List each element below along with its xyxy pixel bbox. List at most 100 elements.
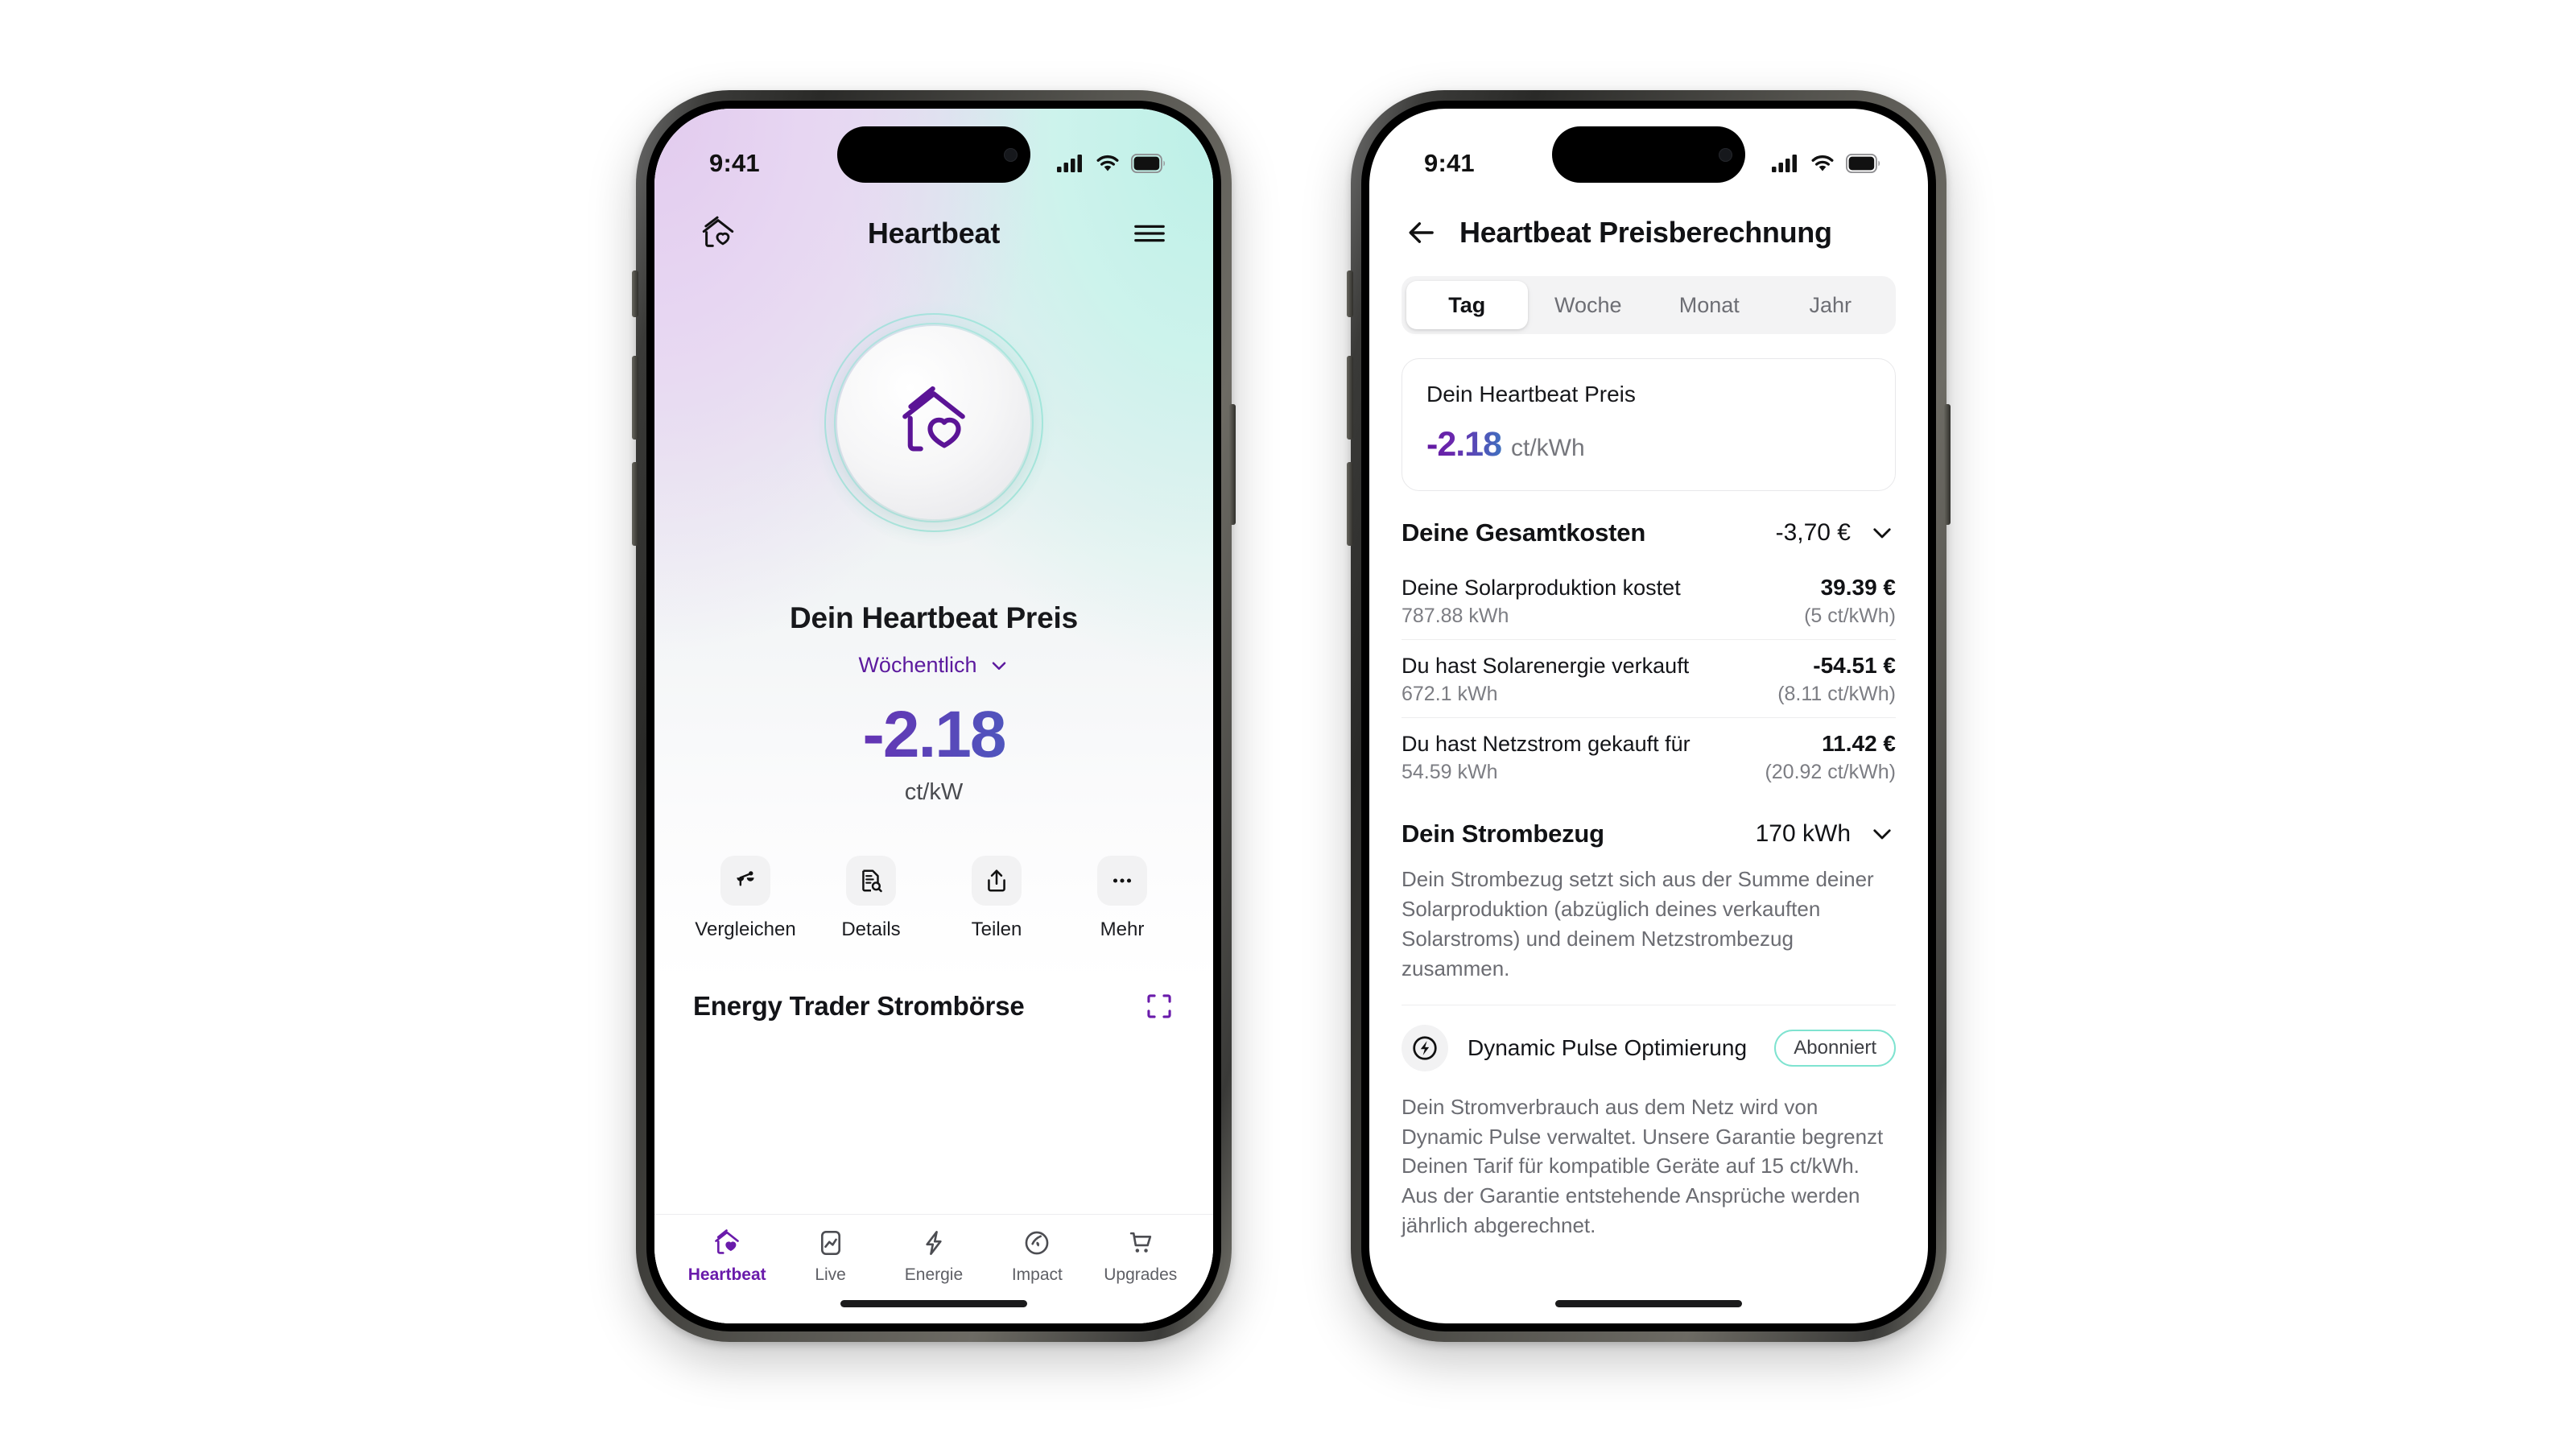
total-costs-right: -3,70 € xyxy=(1776,519,1896,547)
shopping-cart-icon xyxy=(1129,1232,1151,1253)
hamburger-menu-icon[interactable] xyxy=(1131,215,1168,252)
action-label: Teilen xyxy=(971,919,1022,940)
action-label: Details xyxy=(841,919,901,940)
action-details[interactable]: Details xyxy=(824,856,919,941)
consumption-value: 170 kWh xyxy=(1755,820,1851,847)
status-indicators xyxy=(1772,154,1881,173)
action-vergleichen[interactable]: Vergleichen xyxy=(695,856,796,941)
period-segmented-control: Tag Woche Monat Jahr xyxy=(1402,276,1896,334)
globe-leaf-icon xyxy=(1025,1231,1049,1255)
row-amount: 39.39 € xyxy=(1820,575,1896,600)
screen-price-calculation: 9:41 Heartbeat Preisberechnung Tag Woche… xyxy=(1369,109,1928,1323)
chevron-down-icon xyxy=(992,662,1005,670)
power-button[interactable] xyxy=(1229,404,1236,525)
tab-label: Live xyxy=(815,1265,846,1284)
row-label: Deine Solarproduktion kostet xyxy=(1402,576,1681,600)
home-heart-icon[interactable] xyxy=(700,215,737,252)
dynamic-pulse-label: Dynamic Pulse Optimierung xyxy=(1468,1034,1748,1060)
chevron-down-icon[interactable] xyxy=(1868,519,1896,547)
front-camera-icon xyxy=(1719,147,1732,162)
phone-bezel-left: 9:41 Heartbeat Dein Heartbeat Preis Wöch… xyxy=(646,101,1221,1331)
chevron-down-icon[interactable] xyxy=(1868,820,1896,848)
silent-switch[interactable] xyxy=(1347,270,1353,317)
tab-energie[interactable]: Energie xyxy=(890,1228,978,1285)
price-card-value: -2.18 xyxy=(1426,425,1502,464)
consumption-header[interactable]: Dein Strombezug 170 kWh xyxy=(1402,819,1896,848)
lightning-bolt-icon xyxy=(926,1231,942,1255)
row-label: Du hast Solarenergie verkauft xyxy=(1402,654,1690,678)
segment-woche[interactable]: Woche xyxy=(1528,281,1649,329)
volume-down-button[interactable] xyxy=(1347,462,1353,546)
row-amount: 11.42 € xyxy=(1822,731,1896,756)
action-tile xyxy=(972,856,1022,906)
row-label: Du hast Netzstrom gekauft für xyxy=(1402,732,1690,756)
tab-heartbeat[interactable]: Heartbeat xyxy=(683,1228,771,1285)
segment-monat[interactable]: Monat xyxy=(1649,281,1770,329)
price-card-unit: ct/kWh xyxy=(1511,435,1585,461)
battery-icon xyxy=(1846,154,1880,173)
action-tile xyxy=(846,856,896,906)
action-mehr[interactable]: Mehr xyxy=(1075,856,1170,941)
section-title: Energy Trader Strombörse xyxy=(693,991,1025,1021)
arrow-left-icon[interactable] xyxy=(1405,216,1439,250)
segment-tag[interactable]: Tag xyxy=(1406,281,1528,329)
row-rate: (8.11 ct/kWh) xyxy=(1777,683,1896,705)
tab-upgrades[interactable]: Upgrades xyxy=(1096,1228,1185,1285)
home-indicator xyxy=(1555,1300,1742,1307)
dynamic-pulse-description: Dein Stromverbrauch aus dem Netz wird vo… xyxy=(1402,1094,1884,1238)
tab-label: Energie xyxy=(904,1265,964,1284)
phone-device-left: 9:41 Heartbeat Dein Heartbeat Preis Wöch… xyxy=(632,90,1236,1342)
consumption-title: Dein Strombezug xyxy=(1402,819,1604,848)
screenshot-canvas: 9:41 Heartbeat Dein Heartbeat Preis Wöch… xyxy=(0,0,2576,1449)
dynamic-pulse-row[interactable]: Dynamic Pulse Optimierung Abonniert xyxy=(1402,1024,1896,1071)
table-row: Du hast Netzstrom gekauft für 11.42 € 54… xyxy=(1402,718,1896,795)
row-energy: 54.59 kWh xyxy=(1402,761,1498,783)
price-value: -2.18 xyxy=(654,702,1213,768)
expand-fullscreen-icon[interactable] xyxy=(1144,991,1174,1022)
share-upload-icon xyxy=(988,869,1005,892)
price-heading: Dein Heartbeat Preis xyxy=(790,601,1078,634)
phone-bezel-right: 9:41 Heartbeat Preisberechnung Tag Woche… xyxy=(1361,101,1936,1331)
consumption-right: 170 kWh xyxy=(1756,820,1896,848)
row-rate: (5 ct/kWh) xyxy=(1804,605,1896,627)
volume-up-button[interactable] xyxy=(1347,356,1353,440)
price-unit: ct/kW xyxy=(904,779,964,805)
consumption-description: Dein Strombezug setzt sich aus der Summe… xyxy=(1402,867,1874,980)
frequency-selector[interactable]: Wöchentlich xyxy=(858,653,1009,678)
volume-down-button[interactable] xyxy=(632,462,638,546)
hero-orb xyxy=(654,299,1213,547)
energy-trader-section: Energy Trader Strombörse xyxy=(654,991,1213,1022)
silent-switch[interactable] xyxy=(632,270,638,317)
row-energy: 672.1 kWh xyxy=(1402,683,1498,705)
scales-compare-icon xyxy=(737,871,754,886)
tab-impact[interactable]: Impact xyxy=(993,1228,1081,1285)
tab-label: Heartbeat xyxy=(687,1265,766,1284)
tab-live[interactable]: Live xyxy=(786,1228,875,1285)
action-teilen[interactable]: Teilen xyxy=(949,856,1044,941)
segment-jahr[interactable]: Jahr xyxy=(1770,281,1892,329)
page-title: Heartbeat Preisberechnung xyxy=(1459,216,1832,249)
orb-circle[interactable] xyxy=(837,326,1030,519)
quick-actions: Vergleichen Details Teilen Mehr xyxy=(654,856,1213,941)
document-search-icon xyxy=(862,869,882,893)
action-label: Vergleichen xyxy=(695,919,796,940)
total-costs-header[interactable]: Deine Gesamtkosten -3,70 € xyxy=(1402,518,1896,547)
volume-up-button[interactable] xyxy=(632,356,638,440)
app-bar: Heartbeat xyxy=(654,199,1213,268)
table-row: Du hast Solarenergie verkauft -54.51 € 6… xyxy=(1402,640,1896,718)
price-card-value-row: -2.18 ct/kWh xyxy=(1426,425,1871,464)
status-badge: Abonniert xyxy=(1774,1029,1896,1067)
cellular-bars-icon xyxy=(1057,155,1082,172)
battery-icon xyxy=(1131,154,1166,173)
navigation-bar: Heartbeat Preisberechnung xyxy=(1369,199,1928,266)
home-heart-orb-icon xyxy=(902,386,965,452)
home-indicator xyxy=(840,1300,1027,1307)
action-label: Mehr xyxy=(1100,919,1145,940)
power-button[interactable] xyxy=(1944,404,1951,525)
tab-label: Upgrades xyxy=(1104,1265,1178,1284)
wifi-icon xyxy=(1096,155,1119,171)
cost-breakdown-rows: Deine Solarproduktion kostet 39.39 € 787… xyxy=(1402,562,1896,795)
front-camera-icon xyxy=(1004,147,1018,162)
status-time: 9:41 xyxy=(1424,149,1475,177)
row-energy: 787.88 kWh xyxy=(1402,605,1509,627)
